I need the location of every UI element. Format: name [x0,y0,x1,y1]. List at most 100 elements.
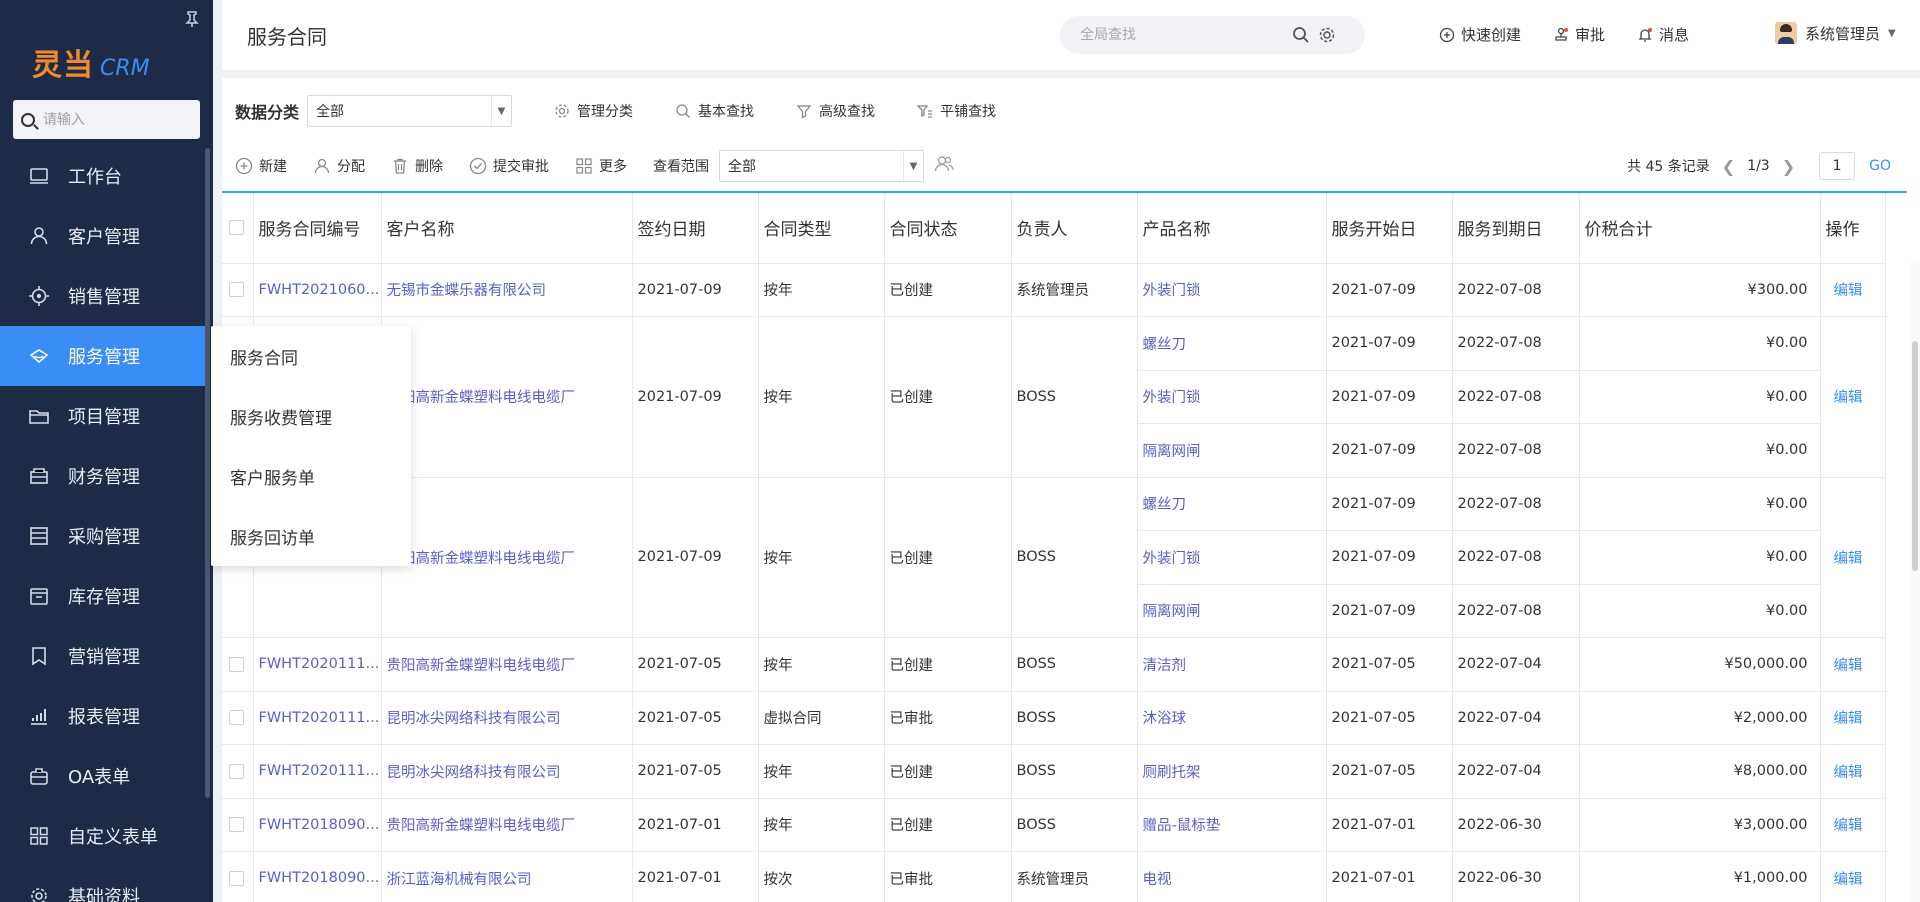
column-header[interactable]: 服务开始日 [1326,193,1453,264]
edit-link[interactable]: 编辑 [1820,263,1886,317]
table-row[interactable]: FWHT2021060... 无锡市金蝶乐器有限公司 2021-07-09 按年 已创建… [222,263,1886,317]
product-name[interactable]: 隔离网闸 [1137,584,1327,638]
submit-approval-button[interactable]: 提交审批 [469,156,549,176]
column-header[interactable]: 签约日期 [632,193,759,264]
sidebar-scrollbar[interactable] [205,148,210,798]
column-header[interactable]: 服务到期日 [1452,193,1580,264]
customer-name[interactable]: 贵阳高新金蝶塑料电线电缆厂 [381,637,633,692]
table-row[interactable]: FWHT2020111... 贵阳高新金蝶塑料电线电缆厂 2021-07-05 按年已… [222,637,1886,692]
row-checkbox[interactable] [229,710,244,726]
table-row[interactable]: FWHT2020111... 昆明冰尖网络科技有限公司 2021-07-05 按年 已创… [222,744,1886,799]
page-input[interactable]: 1 [1819,152,1856,180]
column-header[interactable]: 服务合同编号 [253,193,382,264]
contract-code[interactable]: FWHT2020111... [253,744,382,799]
delete-button[interactable]: 删除 [391,156,443,176]
column-header[interactable]: 客户名称 [381,193,633,264]
column-header[interactable]: 操作 [1820,193,1886,264]
contract-code[interactable]: FWHT2021060... [253,263,382,317]
product-name[interactable]: 赠品-鼠标垫 [1137,798,1327,852]
product-name[interactable]: 电视 [1137,851,1327,902]
gear-icon[interactable] [1317,25,1337,45]
edit-link[interactable]: 编辑 [1820,744,1886,799]
user-menu[interactable]: 系统管理员 ▼ [1775,22,1896,44]
more-button[interactable]: 更多 [575,156,627,176]
product-name[interactable]: 螺丝刀 [1137,477,1327,531]
go-button[interactable]: GO [1869,158,1891,174]
sidebar-item-briefcase[interactable]: OA表单 [0,746,205,806]
customer-name[interactable]: 昆明冰尖网络科技有限公司 [381,691,633,745]
table-row[interactable]: 贵阳高新金蝶塑料电线电缆厂 2021-07-09 按年 已创建 BOSS 螺丝刀 2021-… [222,477,1886,638]
customer-name[interactable]: 贵阳高新金蝶塑料电线电缆厂 [381,798,633,852]
column-header[interactable]: 合同类型 [758,193,885,264]
product-name[interactable]: 螺丝刀 [1137,316,1327,371]
basic-search-button[interactable]: 基本查找 [675,101,754,121]
contract-code[interactable]: FWHT2018090... [253,798,382,852]
customer-name[interactable]: 无锡市金蝶乐器有限公司 [381,263,633,317]
chevron-left-icon[interactable]: ❮ [1722,157,1735,176]
contract-code[interactable]: FWHT2020111... [253,691,382,745]
edit-link[interactable]: 编辑 [1820,798,1886,852]
table-scrollbar[interactable] [1910,261,1920,902]
edit-link[interactable]: 编辑 [1820,316,1886,478]
edit-link[interactable]: 编辑 [1820,691,1886,745]
assign-button[interactable]: 分配 [313,156,365,176]
table-row[interactable]: FWHT2018090... 浙江蓝海机械有限公司 2021-07-01 按次 已审批系… [222,851,1886,902]
new-button[interactable]: 新建 [235,156,287,176]
submenu-item[interactable]: 服务收费管理 [211,386,411,446]
data-category-select[interactable]: 全部 ▼ [307,95,513,127]
product-name[interactable]: 外装门锁 [1137,370,1327,424]
row-checkbox[interactable] [229,282,244,298]
sidebar-item-target[interactable]: 销售管理 [0,266,205,326]
view-range-select[interactable]: 全部 ▼ [719,150,924,182]
edit-link[interactable]: 编辑 [1820,851,1886,902]
submenu-item[interactable]: 服务合同 [211,326,411,386]
chevron-right-icon[interactable]: ❯ [1782,157,1795,176]
scrollbar-thumb[interactable] [1912,341,1918,571]
customer-name[interactable]: 浙江蓝海机械有限公司 [381,851,633,902]
sidebar-item-user[interactable]: 客户管理 [0,206,205,266]
column-header[interactable]: 负责人 [1011,193,1138,264]
product-name[interactable]: 沐浴球 [1137,691,1327,745]
table-row[interactable]: FWHT2020111... 昆明冰尖网络科技有限公司 2021-07-05 虚拟合同… [222,691,1886,745]
table-row[interactable]: 贵阳高新金蝶塑料电线电缆厂 2021-07-09 按年 已创建 BOSS 螺丝刀 2021-… [222,316,1886,478]
contract-code[interactable]: FWHT2020111... [253,637,382,692]
customer-name[interactable]: 贵阳高新金蝶塑料电线电缆厂 [381,316,633,478]
sidebar-item-bookmark[interactable]: 营销管理 [0,626,205,686]
column-header[interactable]: 价税合计 [1579,193,1821,264]
edit-link[interactable]: 编辑 [1820,637,1886,692]
sidebar-item-purchase[interactable]: 采购管理 [0,506,205,566]
product-name[interactable]: 外装门锁 [1137,530,1327,585]
sidebar-item-settings[interactable]: 基础资料 [0,866,205,902]
product-name[interactable]: 清洁剂 [1137,637,1327,692]
row-checkbox[interactable] [229,656,244,672]
pin-icon[interactable] [183,10,201,33]
quick-create-button[interactable]: 快速创建 [1439,24,1521,45]
edit-link[interactable]: 编辑 [1820,477,1886,638]
row-checkbox[interactable] [229,870,244,886]
submenu-item[interactable]: 客户服务单 [211,446,411,506]
submenu-item[interactable]: 服务回访单 [211,506,411,566]
flat-search-button[interactable]: 平铺查找 [917,101,996,121]
sidebar-item-chart[interactable]: 报表管理 [0,686,205,746]
messages-button[interactable]: 消息 [1637,24,1689,45]
column-header[interactable]: 产品名称 [1137,193,1327,264]
sidebar-item-finance[interactable]: 财务管理 [0,446,205,506]
row-checkbox[interactable] [229,763,244,779]
advanced-search-button[interactable]: 高级查找 [796,101,875,121]
product-name[interactable]: 隔离网闸 [1137,423,1327,478]
customer-name[interactable]: 昆明冰尖网络科技有限公司 [381,744,633,799]
search-icon[interactable] [1291,25,1311,45]
product-name[interactable]: 外装门锁 [1137,263,1327,317]
customer-name[interactable]: 贵阳高新金蝶塑料电线电缆厂 [381,477,633,638]
users-icon[interactable] [934,154,954,178]
sidebar-search-input[interactable] [43,111,183,128]
select-all-checkbox[interactable] [229,220,244,236]
sidebar-item-monitor[interactable]: 工作台 [0,146,205,206]
approve-button[interactable]: 审批 [1553,24,1605,45]
global-search-input[interactable] [1080,27,1285,43]
manage-category-button[interactable]: 管理分类 [554,101,633,121]
column-header[interactable]: 合同状态 [884,193,1012,264]
sidebar-item-folder[interactable]: 项目管理 [0,386,205,446]
app-logo[interactable]: 灵当 CRM [32,40,150,84]
sidebar-item-grid[interactable]: 自定义表单 [0,806,205,866]
